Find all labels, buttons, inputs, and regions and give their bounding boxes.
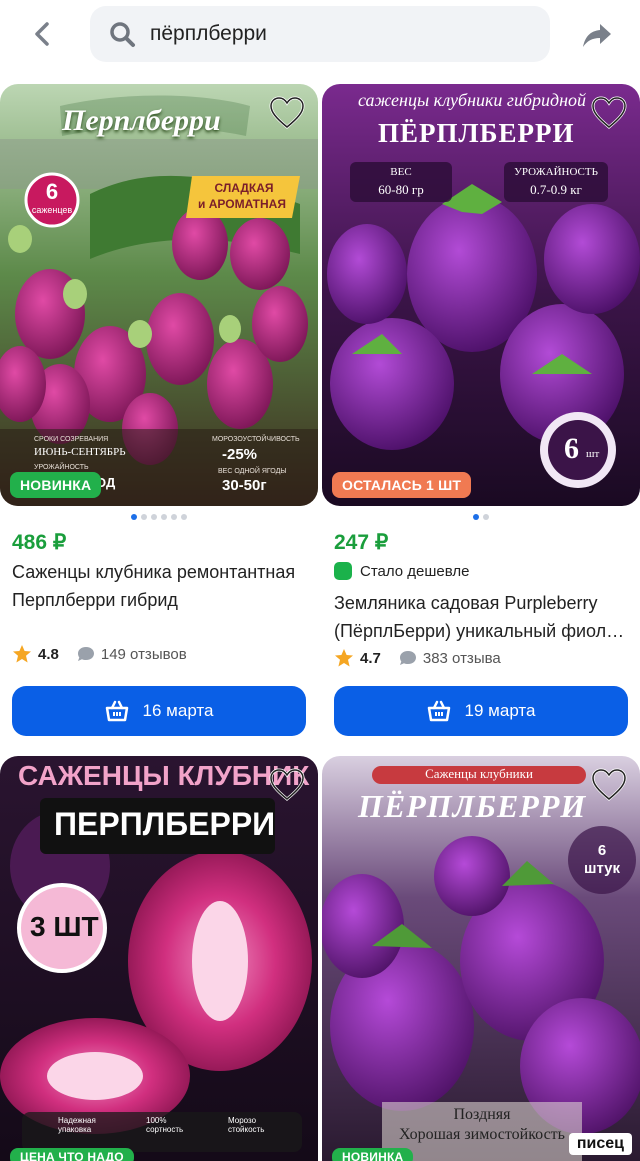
product-title[interactable]: Земляника садовая Purpleberry (ПёрплБерр… [334, 589, 634, 645]
image-frost-label: МОРОЗОУСТОЙЧИВОСТЬ [212, 436, 300, 443]
image-brand-text: ПЁРПЛБЕРРИ [378, 118, 575, 148]
image-ripen-value: ИЮНЬ-СЕНТЯБРЬ [34, 446, 126, 458]
image-winter-text: Хорошая зимостойкость [399, 1126, 565, 1143]
search-input[interactable] [150, 22, 510, 46]
rating-row: 4.8 149 отзывов [12, 644, 187, 664]
price-drop-text: Стало дешевле [360, 562, 470, 580]
price-drop-note: Стало дешевле [334, 562, 470, 580]
comment-icon [399, 651, 416, 665]
image-yield-label: УРОЖАЙНОСТЬ [34, 464, 89, 471]
product-image[interactable]: САЖЕНЦЫ КЛУБНИК ПЕРПЛБЕРРИ 3 ШТ Надежная… [0, 756, 318, 1161]
price: 486 ₽ [12, 531, 67, 554]
image-count-word: штук [583, 860, 621, 877]
product-title[interactable]: Саженцы клубника ремонтантная Перплберри… [12, 558, 312, 614]
product-card[interactable]: САЖЕНЦЫ КЛУБНИК ПЕРПЛБЕРРИ 3 ШТ Надежная… [0, 756, 318, 1161]
add-to-cart-button[interactable]: 19 марта [334, 686, 628, 736]
back-arrow-icon[interactable] [26, 18, 58, 50]
heart-icon[interactable] [268, 94, 306, 132]
image-weight-label: ВЕС ОДНОЙ ЯГОДЫ [218, 468, 287, 475]
image-top-text: Саженцы клубники [425, 766, 533, 781]
rating-value: 4.8 [38, 645, 59, 663]
watermark: писец [568, 1133, 632, 1155]
top-bar [0, 0, 640, 72]
rating-value: 4.7 [360, 649, 381, 667]
rating-row: 4.7 383 отзыва [334, 648, 501, 668]
reviews-count[interactable]: 149 отзывов [101, 646, 187, 663]
product-image[interactable]: Перплберри 6 саженцев СЛАДКАЯ и АРОМАТНА… [0, 84, 318, 506]
search-field[interactable] [90, 6, 550, 62]
comment-icon [77, 647, 94, 661]
delivery-date: 19 марта [464, 701, 536, 720]
image-weight-value: 30-50г [222, 477, 267, 494]
basket-icon [105, 700, 128, 722]
image-late-text: Поздняя [453, 1106, 511, 1123]
heart-icon[interactable] [590, 94, 628, 132]
image-frost-value: -25% [222, 446, 258, 463]
image-pagination-dots [322, 514, 640, 520]
status-badge: НОВИНКА [10, 472, 102, 498]
image-yield-label: УРОЖАЙНОСТЬ [514, 166, 598, 178]
basket-icon [427, 700, 450, 722]
image-feature-1: Надежная упаковка [58, 1116, 96, 1134]
image-brand-text: ПЁРПЛБЕРРИ [358, 788, 587, 824]
image-count-num: 6 [597, 842, 607, 859]
image-ripen-label: СРОКИ СОЗРЕВАНИЯ [34, 436, 109, 443]
image-count-unit: шт [586, 448, 600, 460]
image-weight-value: 60-80 гр [378, 182, 424, 197]
image-weight-label: ВЕС [390, 166, 412, 178]
star-icon [335, 649, 353, 667]
image-brand-text: Перплберри [62, 104, 221, 137]
heart-icon[interactable] [268, 766, 306, 804]
image-count: 3 ШТ [30, 911, 99, 942]
image-pagination-dots [0, 514, 318, 520]
status-badge: ЦЕНА ЧТО НАДО [10, 1148, 134, 1161]
price-drop-icon [334, 562, 352, 580]
product-card[interactable]: Саженцы клубники ПЁРПЛБЕРРИ 6 штук Поздн… [322, 756, 640, 1161]
product-card[interactable]: саженцы клубники гибридной ПЁРПЛБЕРРИ ВЕ… [322, 84, 640, 744]
image-count-word: саженцев [31, 205, 73, 215]
add-to-cart-button[interactable]: 16 марта [12, 686, 306, 736]
search-icon [110, 22, 135, 47]
product-image[interactable]: Саженцы клубники ПЁРПЛБЕРРИ 6 штук Поздн… [322, 756, 640, 1161]
reviews-count[interactable]: 383 отзыва [423, 650, 501, 667]
image-feature-3: Морозо стойкость [228, 1116, 265, 1134]
image-line1: САЖЕНЦЫ КЛУБНИК [18, 760, 310, 791]
image-count-num: 6 [45, 179, 59, 204]
image-tag1: СЛАДКАЯ [214, 181, 274, 195]
status-badge: НОВИНКА [332, 1148, 414, 1161]
image-yield-value: 0.7-0.9 кг [530, 182, 582, 197]
image-top-text: саженцы клубники гибридной [358, 90, 587, 110]
heart-icon[interactable] [590, 766, 628, 804]
product-image[interactable]: саженцы клубники гибридной ПЁРПЛБЕРРИ ВЕ… [322, 84, 640, 506]
price: 247 ₽ [334, 531, 389, 554]
share-icon[interactable] [580, 18, 614, 52]
status-badge: ОСТАЛАСЬ 1 ШТ [332, 472, 472, 498]
image-tag2: и АРОМАТНАЯ [198, 197, 286, 211]
image-feature-2: 100% сортность [146, 1116, 184, 1134]
delivery-date: 16 марта [142, 701, 214, 720]
product-card[interactable]: Перплберри 6 саженцев СЛАДКАЯ и АРОМАТНА… [0, 84, 318, 744]
image-count: 6 [564, 432, 579, 465]
image-line2: ПЕРПЛБЕРРИ [54, 806, 276, 842]
star-icon [13, 645, 31, 663]
